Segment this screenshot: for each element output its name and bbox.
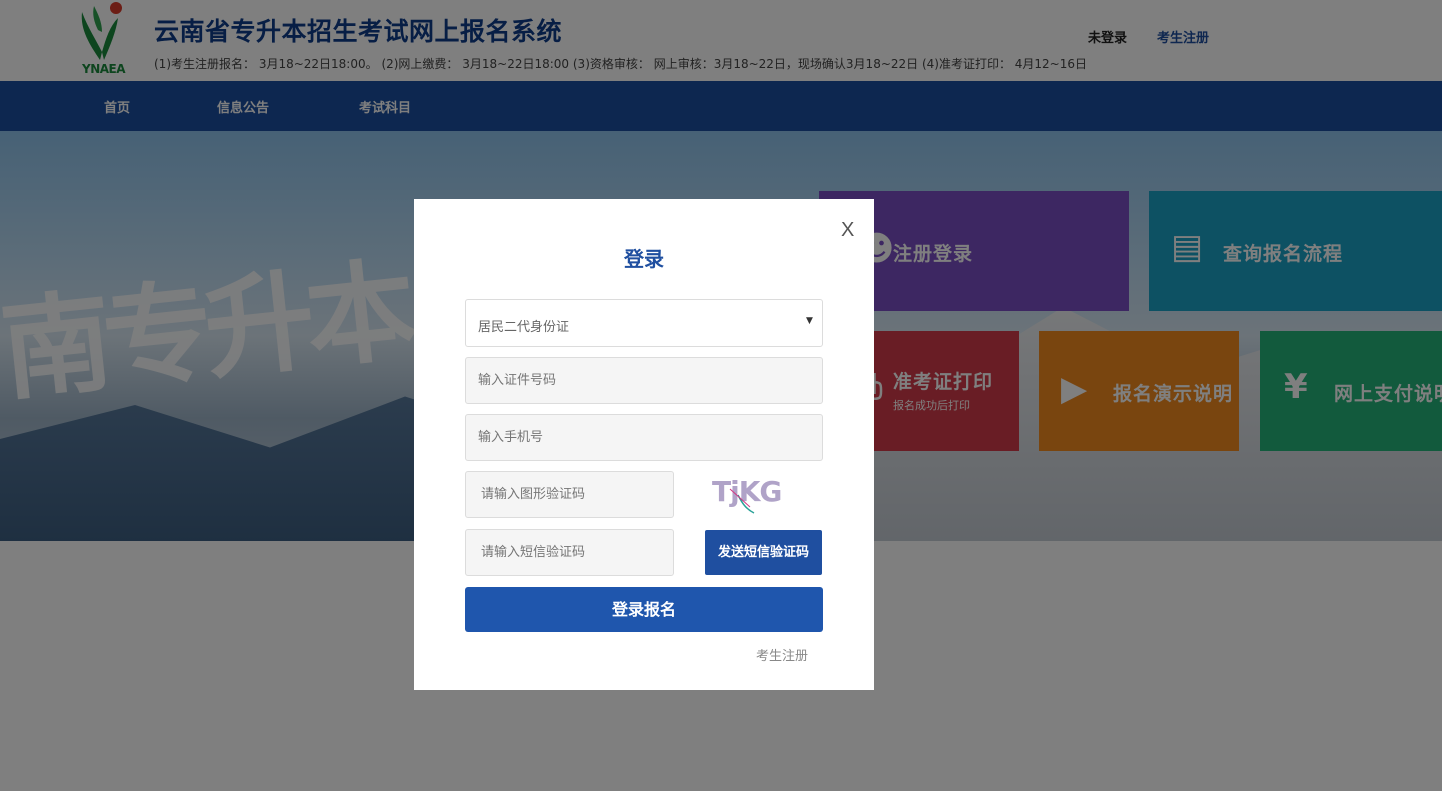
modal-register-link[interactable]: 考生注册: [756, 645, 808, 664]
captcha-image[interactable]: TjKG: [710, 471, 800, 517]
login-submit-button[interactable]: 登录报名: [465, 587, 823, 632]
send-sms-button[interactable]: 发送短信验证码: [705, 530, 822, 575]
id-type-value: 居民二代身份证: [478, 320, 570, 335]
close-icon[interactable]: X: [841, 219, 854, 242]
id-number-input[interactable]: [465, 357, 823, 404]
id-type-select[interactable]: 居民二代身份证 ▼: [465, 299, 823, 347]
phone-input[interactable]: [465, 414, 823, 461]
sms-code-input[interactable]: [465, 529, 674, 576]
captcha-text: TjKG: [712, 475, 781, 508]
captcha-input[interactable]: [465, 471, 674, 518]
modal-title: 登录: [624, 247, 664, 271]
login-modal: X 登录 居民二代身份证 ▼ TjKG 发送短信验证码 登录报名 考生注册: [414, 199, 874, 690]
chevron-down-icon: ▼: [806, 316, 813, 326]
